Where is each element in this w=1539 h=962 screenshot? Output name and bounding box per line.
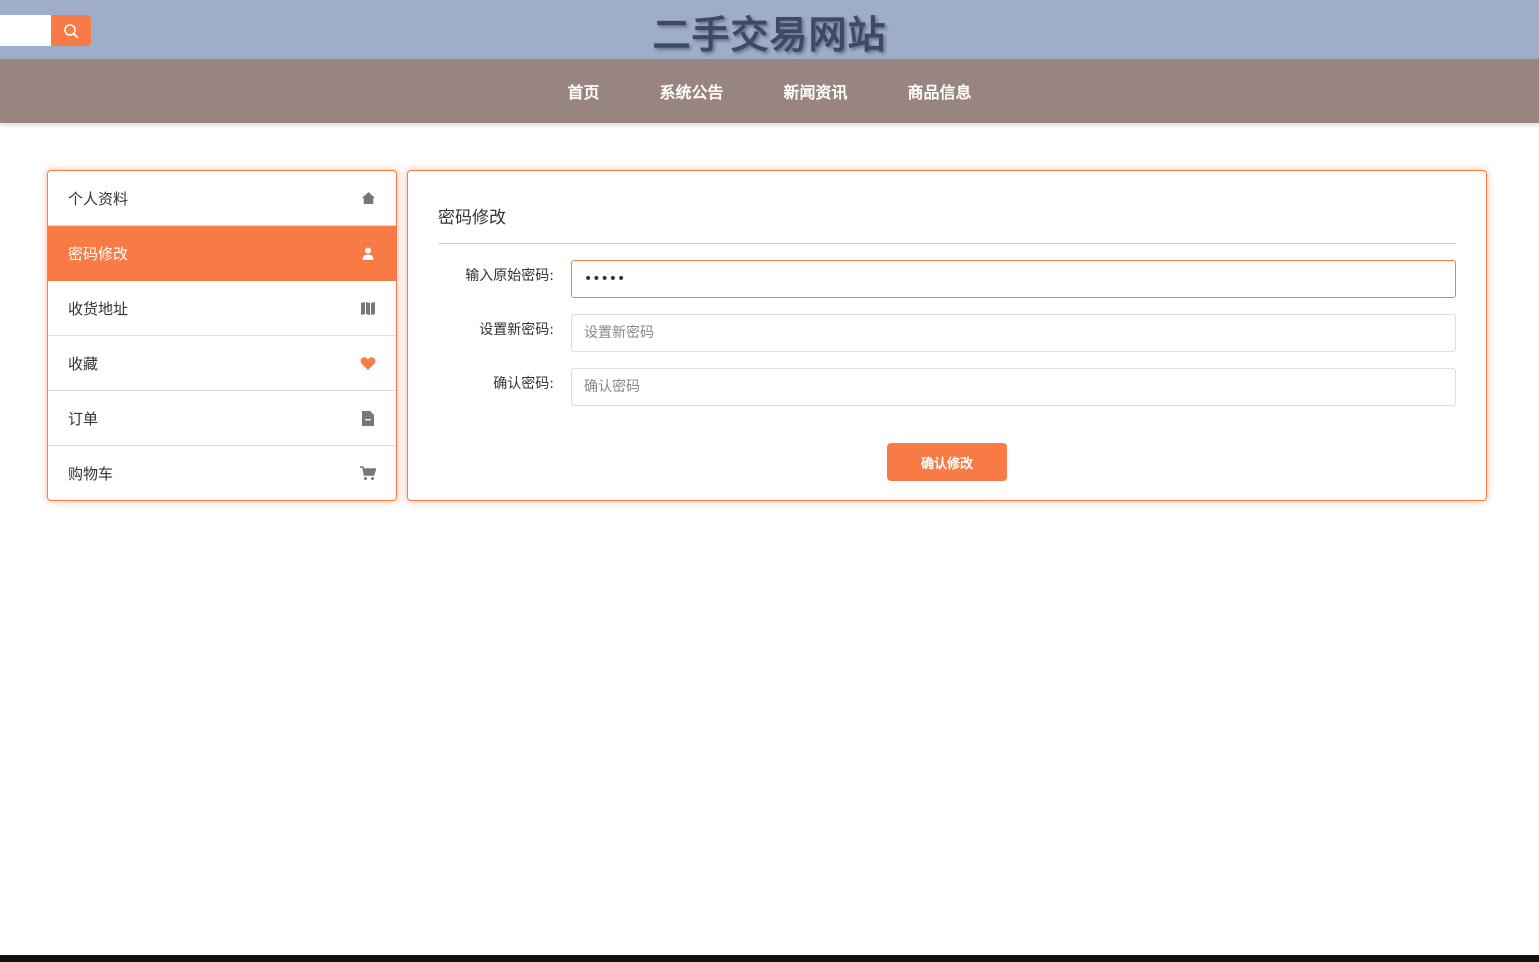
site-title: 二手交易网站 [652, 13, 887, 57]
nav-item-home[interactable]: 首页 [567, 79, 599, 103]
nav-item-announcements[interactable]: 系统公告 [659, 79, 723, 103]
panel-divider [438, 243, 1456, 244]
new-password-label: 设置新密码: [479, 322, 554, 338]
sidebar-item-profile[interactable]: 个人资料 [48, 171, 396, 226]
cart-icon [360, 466, 376, 482]
top-header: 二手交易网站 [0, 0, 1539, 59]
confirm-change-button[interactable]: 确认修改 [887, 443, 1007, 481]
bottom-edge [0, 955, 1539, 962]
new-password-field[interactable] [571, 314, 1456, 352]
old-password-label: 输入原始密码: [465, 268, 554, 284]
sidebar-item-label: 订单 [68, 409, 99, 428]
sidebar-item-cart[interactable]: 购物车 [48, 446, 396, 500]
nav-item-products[interactable]: 商品信息 [908, 79, 972, 103]
file-icon [360, 410, 376, 426]
panel-title: 密码修改 [438, 208, 506, 228]
heart-icon [360, 355, 376, 371]
sidebar-item-password[interactable]: 密码修改 [48, 226, 396, 281]
sidebar-item-label: 购物车 [68, 465, 114, 483]
sidebar-item-label: 个人资料 [68, 189, 129, 208]
confirm-password-field[interactable] [571, 368, 1456, 406]
sidebar-item-orders[interactable]: 订单 [48, 391, 396, 446]
main-nav: 首页 系统公告 新闻资讯 商品信息 [0, 59, 1539, 123]
sidebar-item-favorites[interactable]: 收藏 [48, 336, 396, 391]
nav-item-news[interactable]: 新闻资讯 [784, 79, 848, 103]
user-icon [360, 245, 376, 261]
password-change-panel: 密码修改 输入原始密码: 设置新密码: 确认密码: 确认修改 [407, 170, 1487, 501]
home-icon [360, 190, 376, 206]
sidebar-item-address[interactable]: 收货地址 [48, 281, 396, 336]
confirm-password-label: 确认密码: [493, 376, 554, 392]
account-sidebar: 个人资料 密码修改 收货地址 收藏 订单 购物车 [47, 170, 397, 501]
sidebar-item-label: 密码修改 [68, 244, 129, 263]
sidebar-item-label: 收藏 [68, 354, 99, 373]
old-password-field[interactable] [571, 260, 1456, 298]
map-icon [360, 300, 376, 316]
sidebar-item-label: 收货地址 [68, 299, 129, 318]
